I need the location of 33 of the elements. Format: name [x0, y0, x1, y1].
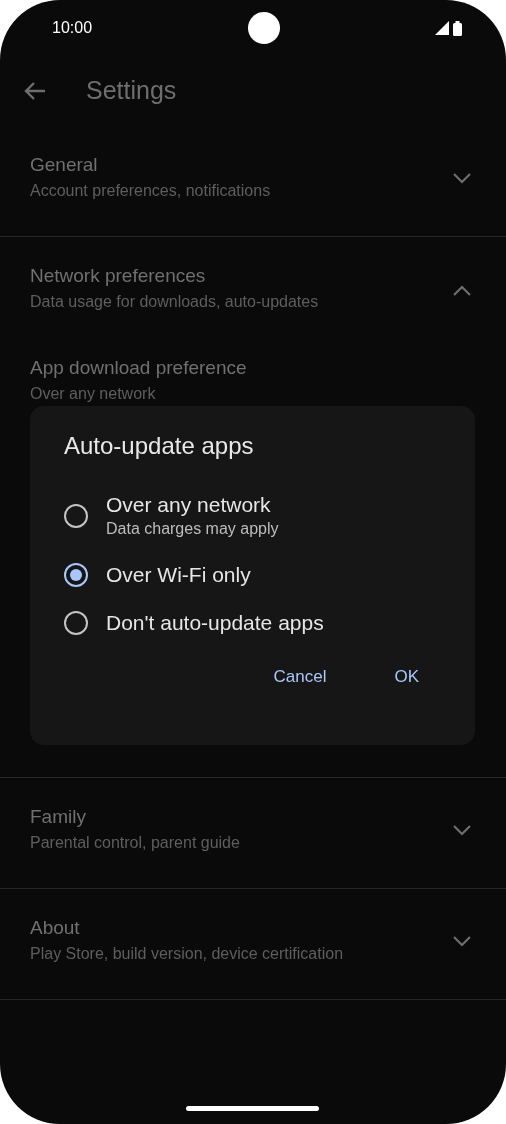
- section-title[interactable]: About: [30, 915, 344, 941]
- chevron-down-icon[interactable]: [452, 935, 472, 948]
- radio-option[interactable]: Over any network Data charges may apply: [64, 492, 445, 540]
- setting-value: Over any network: [30, 384, 157, 404]
- option-label: Don't auto-update apps: [106, 610, 324, 636]
- camera-icon: [247, 12, 280, 44]
- option-label: Over Wi-Fi only: [106, 562, 251, 588]
- section-title[interactable]: General: [30, 152, 271, 178]
- radio-button[interactable]: [64, 504, 88, 528]
- dialog-button[interactable]: OK: [384, 658, 429, 696]
- page-title: Settings: [86, 75, 177, 107]
- section-subtitle: Account preferences, notifications: [30, 181, 271, 201]
- radio-button[interactable]: [64, 611, 88, 635]
- chevron-down-icon[interactable]: [452, 172, 472, 185]
- section-title[interactable]: Family: [30, 804, 240, 830]
- section-subtitle: Parental control, parent guide: [30, 833, 240, 853]
- setting-title[interactable]: App download preference: [30, 355, 476, 381]
- signal-icon: [435, 21, 449, 35]
- section-subtitle: Data usage for downloads, auto-updates: [30, 292, 319, 312]
- section-subtitle: Play Store, build version, device certification: [30, 944, 344, 964]
- radio-option[interactable]: Don't auto-update apps: [64, 610, 445, 636]
- option-description: Data charges may apply: [106, 519, 279, 539]
- dialog-title: Auto-update apps: [64, 431, 255, 461]
- option-label: Over any network: [106, 492, 272, 518]
- back-icon[interactable]: [24, 82, 46, 100]
- chevron-down-icon[interactable]: [452, 824, 472, 837]
- radio-option[interactable]: Over Wi-Fi only: [64, 562, 445, 588]
- dialog-button[interactable]: Cancel: [263, 658, 337, 696]
- status-time: 10:00: [52, 18, 93, 38]
- chevron-up-icon[interactable]: [452, 283, 472, 296]
- section-title[interactable]: Network preferences: [30, 263, 319, 289]
- battery-icon: [453, 20, 462, 36]
- radio-button[interactable]: [64, 563, 88, 587]
